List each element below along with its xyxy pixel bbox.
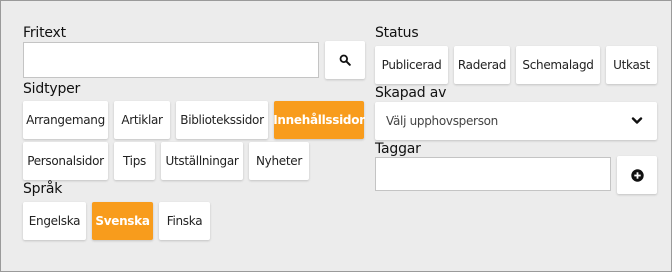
upphovsperson-select-value: Välj upphovsperson (386, 114, 498, 128)
sidtyp-personalsidor-button[interactable]: Personalsidor (23, 142, 108, 180)
sprak-finska-button[interactable]: Finska (159, 202, 210, 240)
search-button[interactable] (325, 41, 365, 79)
plus-circle-icon (630, 168, 644, 182)
chevron-down-icon (631, 117, 643, 124)
skapad-av-label: Skapad av (375, 85, 447, 101)
status-publicerad-button[interactable]: Publicerad (375, 46, 448, 84)
sidtyp-arrangemang-button[interactable]: Arrangemang (23, 101, 108, 139)
taggar-input[interactable] (375, 157, 611, 191)
status-schemalagd-button[interactable]: Schemalagd (516, 46, 600, 84)
sidtyp-tips-button[interactable]: Tips (114, 142, 155, 180)
status-utkast-button[interactable]: Utkast (606, 46, 657, 84)
search-icon (339, 54, 351, 66)
sidtyp-artiklar-button[interactable]: Artiklar (114, 101, 170, 139)
status-raderad-button[interactable]: Raderad (454, 46, 510, 84)
sprak-label: Språk (23, 181, 63, 197)
sidtyp-utstallningar-button[interactable]: Utställningar (161, 142, 243, 180)
status-label: Status (375, 25, 419, 41)
sidtyp-innehallssidor-button[interactable]: Innehållssidor (273, 101, 365, 139)
filter-panel: Fritext Sidtyper Arrangemang Artiklar Bi… (0, 0, 672, 272)
add-tag-button[interactable] (617, 156, 657, 194)
taggar-label: Taggar (375, 141, 421, 157)
upphovsperson-select[interactable]: Välj upphovsperson (375, 102, 657, 140)
fritext-input[interactable] (23, 42, 319, 78)
sprak-engelska-button[interactable]: Engelska (23, 202, 86, 240)
sidtyp-bibliotekssidor-button[interactable]: Bibliotekssidor (176, 101, 268, 139)
sidtyp-nyheter-button[interactable]: Nyheter (249, 142, 309, 180)
fritext-label: Fritext (23, 25, 66, 41)
sprak-svenska-button[interactable]: Svenska (92, 202, 153, 240)
sidtyper-label: Sidtyper (23, 81, 81, 97)
